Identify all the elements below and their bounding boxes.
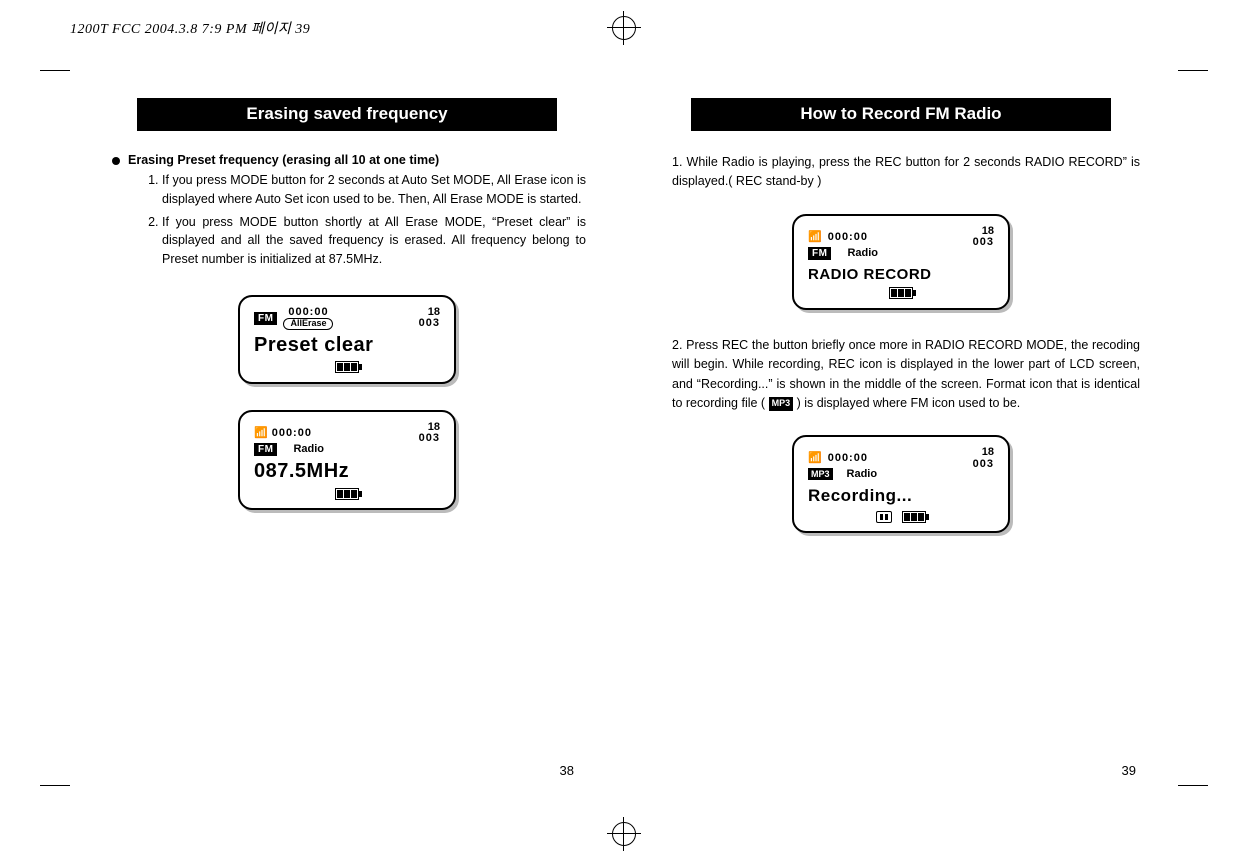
lcd-main-text: 087.5MHz (254, 460, 440, 483)
signal-icon: 📶 (808, 232, 822, 243)
rec-icon (876, 511, 892, 523)
crop-tick (1178, 70, 1208, 71)
section-title-erasing: Erasing saved frequency (137, 98, 558, 131)
all-erase-badge: AllErase (283, 318, 333, 329)
lcd-count-b: 003 (973, 459, 994, 471)
section-title-record: How to Record FM Radio (691, 98, 1112, 131)
page-39: How to Record FM Radio 1. While Radio is… (624, 70, 1178, 786)
crop-tick (1178, 785, 1208, 786)
fm-badge: FM (254, 312, 277, 325)
lcd-frequency: 📶 000:00 18 003 FM Radio 087.5MHz (238, 410, 456, 510)
bullet-heading: Erasing Preset frequency (erasing all 10… (128, 153, 586, 167)
step-text: If you press MODE button for 2 seconds a… (162, 171, 586, 209)
lcd-time: 000:00 (828, 232, 868, 244)
crop-tick (40, 785, 70, 786)
lcd-time: 000:00 (272, 428, 312, 440)
lcd-time: 000:00 (288, 307, 328, 319)
page-number: 39 (1122, 763, 1136, 778)
lcd-main-text: Recording... (808, 486, 994, 506)
page-number: 38 (560, 763, 574, 778)
battery-icon (889, 287, 913, 299)
mp3-badge-inline: MP3 (769, 397, 794, 411)
bullet-item: Erasing Preset frequency (erasing all 10… (112, 153, 586, 273)
signal-icon: 📶 (808, 453, 822, 464)
page-spread: Erasing saved frequency Erasing Preset f… (70, 70, 1178, 786)
registration-mark-icon (612, 16, 636, 40)
lcd-sub: Radio (847, 468, 878, 480)
lcd-count-b: 003 (973, 237, 994, 249)
lcd-count-b: 003 (419, 318, 440, 330)
page-38: Erasing saved frequency Erasing Preset f… (70, 70, 624, 786)
crop-tick (40, 70, 70, 71)
lcd-main-text: RADIO RECORD (808, 266, 994, 283)
lcd-radio-record: 📶 000:00 18 003 FM Radio RADIO RECORD (792, 214, 1010, 310)
lcd-preset-clear: FM 000:00 AllErase 18 003 Preset clear (238, 295, 456, 384)
lcd-sub: Radio (847, 247, 878, 259)
print-job-header: 1200T FCC 2004.3.8 7:9 PM 페이지 39 (70, 18, 310, 38)
registration-mark-icon (612, 822, 636, 846)
lcd-time: 000:00 (828, 453, 868, 465)
lcd-count-b: 003 (419, 433, 440, 445)
step-text: 1. While Radio is playing, press the REC… (672, 153, 1140, 192)
step-block: 1. While Radio is playing, press the REC… (672, 153, 1140, 192)
step-block: 2. Press REC the button briefly once mor… (672, 336, 1140, 414)
step-text: 2. Press REC the button briefly once mor… (672, 336, 1140, 414)
lcd-sub: Radio (293, 443, 324, 455)
step-text: If you press MODE button shortly at All … (162, 213, 586, 269)
lcd-recording: 📶 000:00 18 003 MP3 Radio Recording... (792, 435, 1010, 533)
battery-icon (902, 511, 926, 523)
fm-badge: FM (808, 247, 831, 260)
signal-icon: 📶 (254, 428, 268, 439)
bullet-icon (112, 157, 120, 165)
battery-icon (335, 361, 359, 373)
step-list: If you press MODE button for 2 seconds a… (128, 171, 586, 269)
battery-icon (335, 488, 359, 500)
mp3-badge: MP3 (808, 468, 833, 480)
fm-badge: FM (254, 443, 277, 456)
lcd-main-text: Preset clear (254, 334, 440, 357)
